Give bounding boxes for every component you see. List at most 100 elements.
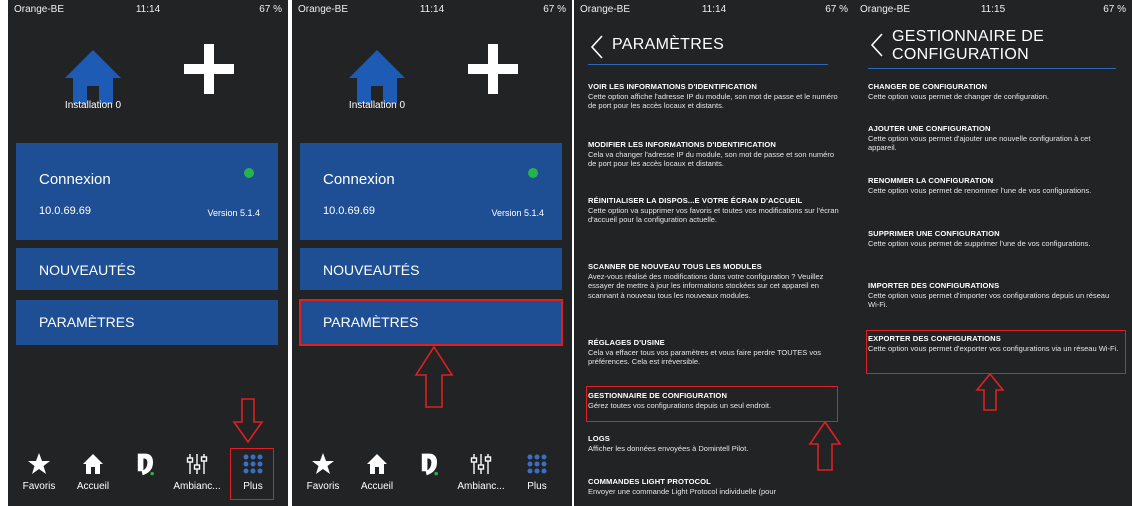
page-header: GESTIONNAIRE DE CONFIGURATION [870, 28, 1118, 64]
item-title: SUPPRIMER UNE CONFIGURATION [868, 229, 1000, 238]
nouveautes-button[interactable]: NOUVEAUTÉS [300, 248, 562, 290]
nouveautes-label: NOUVEAUTÉS [323, 262, 420, 278]
tab-domintell[interactable] [402, 452, 456, 476]
tab-label: Favoris [22, 481, 56, 492]
status-bar: Orange-BE 11:14 67 % [574, 0, 854, 20]
status-battery: 67 % [1103, 4, 1126, 15]
status-time: 11:14 [135, 4, 161, 15]
tab-label: Accueil [76, 481, 110, 492]
phone-screen-home-parametres: Orange-BE 11:14 67 % Installation 0 Conn… [292, 0, 572, 506]
tab-ambiances[interactable]: Ambianc... [454, 452, 508, 492]
item-description: Cette option vous permet de supprimer l'… [868, 238, 1091, 248]
page-header: PARAMÈTRES [590, 35, 840, 59]
connexion-tile[interactable]: Connexion 10.0.69.69 Version 5.1.4 [16, 143, 278, 240]
list-item[interactable]: VOIR LES INFORMATIONS D'IDENTIFICATION Ce… [588, 82, 842, 111]
page-title: PARAMÈTRES [612, 36, 725, 53]
connexion-ip: 10.0.69.69 [323, 205, 375, 217]
connexion-title: Connexion [39, 171, 111, 188]
connection-status-dot [244, 168, 254, 178]
item-description: Cela va changer l'adresse IP du module, … [588, 149, 835, 169]
item-description: Afficher les données envoyées à Domintel… [588, 443, 749, 453]
sliders-icon [186, 454, 208, 474]
star-icon [312, 453, 334, 474]
back-chevron-icon[interactable] [590, 34, 604, 60]
list-item[interactable]: RENOMMER LA CONFIGURATION Cette option vo… [868, 176, 1120, 195]
installation-label: Installation 0 [348, 100, 406, 111]
nouveautes-label: NOUVEAUTÉS [39, 262, 136, 278]
highlight-plus-tab [230, 448, 274, 500]
tab-accueil[interactable]: Accueil [350, 452, 404, 492]
item-title: MODIFIER LES INFORMATIONS D'IDENTIFICATI… [588, 140, 776, 149]
parametres-button[interactable]: PARAMÈTRES [16, 300, 278, 345]
item-description: Cela va effacer tous vos paramètres et v… [588, 347, 822, 367]
list-item[interactable]: IMPORTER DES CONFIGURATIONS Cette option … [868, 281, 1120, 310]
parametres-button[interactable]: PARAMÈTRES [299, 299, 563, 346]
status-time: 11:14 [419, 4, 445, 15]
item-title: VOIR LES INFORMATIONS D'IDENTIFICATION [588, 82, 758, 91]
page-title-line1: GESTIONNAIRE DE [892, 28, 1045, 45]
list-item[interactable]: SCANNER DE NOUVEAU TOUS LES MODULES Avez-… [588, 262, 842, 300]
tab-bar: Favoris Accueil Ambianc... Plus [292, 452, 572, 500]
house-icon [83, 454, 103, 474]
item-title: SCANNER DE NOUVEAU TOUS LES MODULES [588, 262, 762, 271]
item-description: Cette option vous permet de changer de c… [868, 91, 1049, 101]
status-battery: 67 % [825, 4, 848, 15]
tab-label: Ambianc... [457, 481, 505, 492]
star-icon [28, 453, 50, 474]
item-title: RENOMMER LA CONFIGURATION [868, 176, 994, 185]
phone-screen-home: Orange-BE 11:14 67 % Installation 0 Conn… [8, 0, 288, 506]
item-title: COMMANDES LIGHT PROTOCOL [588, 477, 711, 486]
tab-label: Ambianc... [173, 481, 221, 492]
back-chevron-icon[interactable] [870, 32, 884, 58]
highlight-exporter [866, 330, 1126, 374]
list-item[interactable]: COMMANDES LIGHT PROTOCOL Envoyer une comm… [588, 477, 842, 496]
tab-domintell[interactable] [118, 452, 172, 476]
parametres-label: PARAMÈTRES [323, 314, 419, 330]
list-item[interactable]: CHANGER DE CONFIGURATION Cette option vou… [868, 82, 1120, 101]
grid-icon [527, 454, 547, 474]
page-title-line2: CONFIGURATION [892, 46, 1029, 63]
phone-screen-parametres: Orange-BE 11:14 67 % PARAMÈTRES VOIR LES… [574, 0, 854, 506]
tab-favoris[interactable]: Favoris [12, 452, 66, 492]
plus-icon[interactable] [468, 44, 518, 94]
connexion-version: Version 5.1.4 [207, 208, 260, 218]
tab-favoris[interactable]: Favoris [296, 452, 350, 492]
item-title: AJOUTER UNE CONFIGURATION [868, 124, 991, 133]
sliders-icon [470, 454, 492, 474]
header-divider [868, 68, 1116, 69]
status-time: 11:14 [701, 4, 727, 15]
item-title: IMPORTER DES CONFIGURATIONS [868, 281, 1000, 290]
item-description: Cette option vous permet d'importer vos … [868, 290, 1110, 310]
list-item[interactable]: LOGS Afficher les données envoyées à Domi… [588, 434, 842, 453]
header-divider [588, 64, 828, 65]
status-bar: Orange-BE 11:15 67 % [854, 0, 1132, 20]
list-item[interactable]: RÉGLAGES D'USINE Cela va effacer tous vos… [588, 338, 842, 367]
status-time: 11:15 [980, 4, 1006, 15]
list-item[interactable]: AJOUTER UNE CONFIGURATION Cette option vo… [868, 124, 1120, 153]
list-item[interactable]: SUPPRIMER UNE CONFIGURATION Cette option … [868, 229, 1120, 248]
down-arrow-annotation [232, 398, 264, 444]
domintell-logo-icon [137, 453, 154, 476]
plus-icon[interactable] [184, 44, 234, 94]
item-description: Avez-vous réalisé des modifications dans… [588, 271, 824, 300]
list-item[interactable]: RÉINITIALISER LA DISPOS...E VOTRE ÉCRAN … [588, 196, 842, 225]
tab-plus[interactable]: Plus [510, 452, 564, 492]
house-icon[interactable] [63, 48, 123, 104]
tab-label: Favoris [306, 481, 340, 492]
connexion-title: Connexion [323, 171, 395, 188]
highlight-gestionnaire [586, 386, 838, 422]
nouveautes-button[interactable]: NOUVEAUTÉS [16, 248, 278, 290]
item-description: Envoyer une commande Light Protocol indi… [588, 486, 777, 496]
status-bar: Orange-BE 11:14 67 % [8, 0, 288, 20]
house-icon[interactable] [347, 48, 407, 104]
phone-screen-gestionnaire: Orange-BE 11:15 67 % GESTIONNAIRE DE CON… [854, 0, 1132, 506]
item-title: RÉINITIALISER LA DISPOS...E VOTRE ÉCRAN … [588, 196, 803, 205]
installation-label: Installation 0 [64, 100, 122, 111]
list-item[interactable]: MODIFIER LES INFORMATIONS D'IDENTIFICATI… [588, 140, 842, 169]
tab-label: Plus [527, 481, 547, 492]
connexion-version: Version 5.1.4 [491, 208, 544, 218]
tab-ambiances[interactable]: Ambianc... [170, 452, 224, 492]
status-bar: Orange-BE 11:14 67 % [292, 0, 572, 20]
connexion-tile[interactable]: Connexion 10.0.69.69 Version 5.1.4 [300, 143, 562, 240]
tab-accueil[interactable]: Accueil [66, 452, 120, 492]
